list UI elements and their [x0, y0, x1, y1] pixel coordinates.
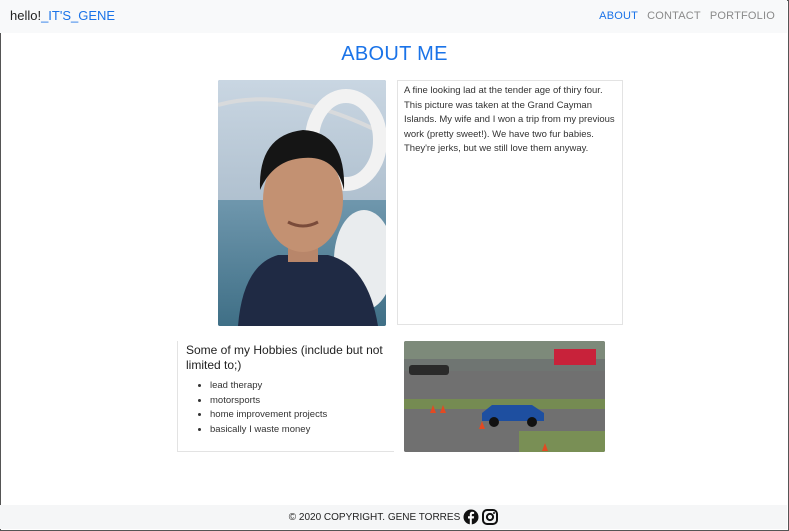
list-item: motorsports	[210, 394, 386, 409]
hobbies-card: Some of my Hobbies (include but not limi…	[177, 341, 394, 452]
brand-hello: hello!	[10, 8, 42, 23]
hobbies-title: Some of my Hobbies (include but not limi…	[186, 343, 383, 372]
footer: © 2020 COPYRIGHT. GENE TORRES	[0, 505, 787, 529]
about-card: A fine looking lad at the tender age of …	[397, 80, 623, 325]
page-title: ABOUT ME	[341, 43, 448, 65]
nav-link-contact[interactable]: CONTACT	[647, 10, 701, 22]
brand-name: _IT'S_GENE	[41, 8, 116, 23]
list-item: home improvement projects	[210, 408, 386, 423]
profile-photo	[218, 80, 386, 326]
nav-link-portfolio[interactable]: PORTFOLIO	[710, 10, 775, 22]
nav-link-about[interactable]: ABOUT	[599, 10, 638, 22]
list-item: basically I waste money	[210, 423, 386, 438]
brand-logo[interactable]: hello!_IT'S_GENE	[10, 8, 115, 23]
navbar: hello!_IT'S_GENE ABOUT CONTACT PORTFOLIO	[0, 0, 787, 33]
instagram-icon[interactable]	[482, 509, 499, 525]
nav-links: ABOUT CONTACT PORTFOLIO	[599, 10, 775, 22]
about-text: A fine looking lad at the tender age of …	[404, 85, 615, 154]
motorsports-photo	[404, 341, 605, 452]
facebook-icon[interactable]	[463, 509, 479, 525]
hobbies-list: lead therapy motorsports home improvemen…	[186, 379, 386, 437]
browser-frame	[0, 0, 789, 531]
list-item: lead therapy	[210, 379, 386, 394]
footer-copyright: © 2020 COPYRIGHT. GENE TORRES	[288, 511, 461, 523]
